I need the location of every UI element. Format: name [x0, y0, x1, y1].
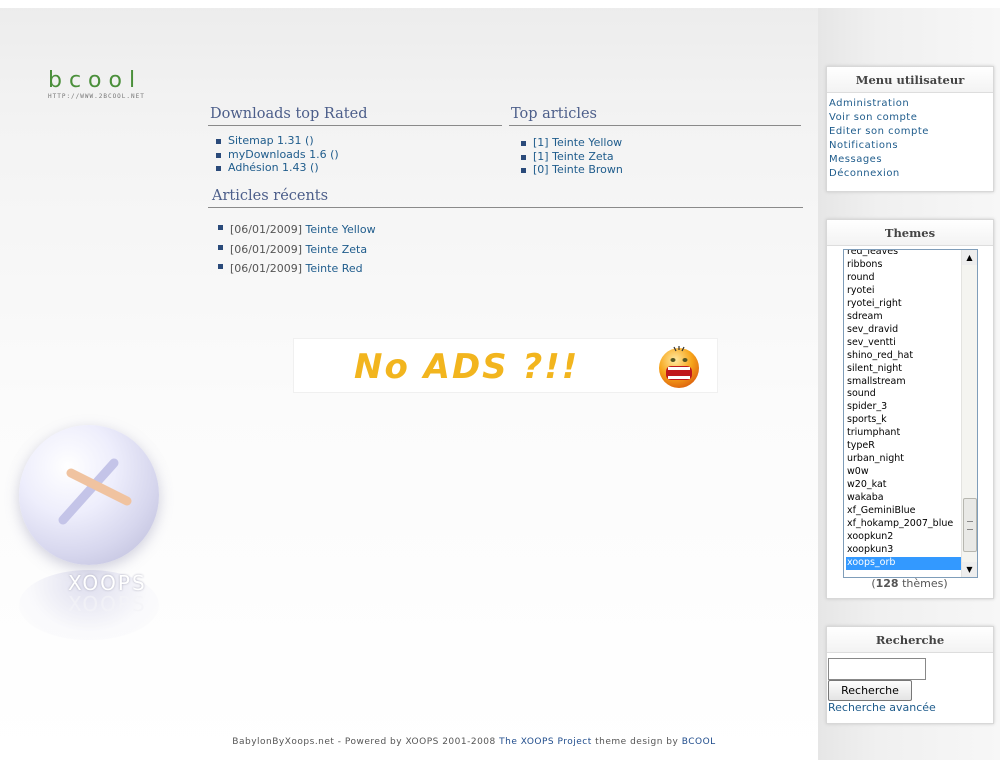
scroll-up-icon[interactable]: ▲ — [962, 250, 977, 265]
theme-count-number: 128 — [875, 577, 899, 590]
xoops-project-link[interactable]: The XOOPS Project — [499, 737, 592, 747]
theme-count: (128 thèmes) — [871, 577, 948, 590]
advanced-search-link[interactable]: Recherche avancée — [828, 701, 936, 714]
theme-option[interactable]: triumphant — [846, 427, 962, 440]
download-name[interactable]: Adhésion 1.43 — [228, 161, 307, 174]
list-item[interactable]: myDownloads 1.6 () — [214, 148, 339, 162]
list-item[interactable]: [1] Teinte Yellow — [519, 136, 623, 150]
footer-middle: theme design by — [591, 737, 682, 747]
theme-option[interactable]: xoopkun3 — [846, 544, 962, 557]
download-suffix: () — [326, 147, 339, 161]
site-logo[interactable]: bcool HTTP://WWW.2BCOOL.NET — [48, 68, 145, 101]
themes-title: Themes — [827, 220, 993, 246]
search-input[interactable] — [828, 658, 926, 680]
theme-option[interactable]: urban_night — [846, 453, 962, 466]
theme-option[interactable]: wakaba — [846, 492, 962, 505]
theme-option[interactable]: sev_ventti — [846, 337, 962, 350]
xoops-orb-logo — [19, 425, 159, 565]
theme-count-label: thèmes — [902, 577, 944, 590]
theme-option[interactable]: xoops_orb — [846, 556, 962, 570]
article-link[interactable]: Teinte Zeta — [552, 150, 614, 163]
theme-option[interactable]: red_leaves — [846, 250, 962, 259]
list-item[interactable]: [1] Teinte Zeta — [519, 150, 623, 164]
theme-option[interactable]: smallstream — [846, 376, 962, 389]
designer-link[interactable]: BCOOL — [682, 737, 716, 747]
themes-select[interactable]: red_leaves ribbons round ryotei ryotei_right… — [843, 249, 978, 578]
user-menu-title: Menu utilisateur — [827, 67, 993, 93]
ad-banner-text: No ADS ?!! — [354, 347, 580, 387]
article-link[interactable]: Teinte Zeta — [305, 243, 367, 256]
menu-item-messages[interactable]: Messages — [827, 153, 993, 167]
logo-subtext: HTTP://WWW.2BCOOL.NET — [48, 93, 145, 100]
article-count: [0] — [533, 163, 549, 176]
theme-option[interactable]: spider_3 — [846, 401, 962, 414]
article-date: [06/01/2009] — [230, 242, 302, 256]
themes-options: red_leaves ribbons round ryotei ryotei_right… — [846, 250, 962, 570]
theme-option[interactable]: typeR — [846, 440, 962, 453]
theme-option[interactable]: ribbons — [846, 259, 962, 272]
downloads-list: Sitemap 1.31 () myDownloads 1.6 () Adhés… — [214, 134, 339, 175]
theme-option[interactable]: shino_red_hat — [846, 350, 962, 363]
article-link[interactable]: Teinte Brown — [552, 163, 623, 176]
theme-option[interactable]: w20_kat — [846, 479, 962, 492]
orb-brand-reflection: XOOPS — [68, 592, 147, 616]
article-date: [06/01/2009] — [230, 223, 302, 236]
theme-option[interactable]: round — [846, 272, 962, 285]
top-band — [0, 0, 1000, 8]
theme-option[interactable]: sdream — [846, 311, 962, 324]
footer-prefix: BabylonByXoops.net - Powered by XOOPS 20… — [232, 737, 500, 747]
footer: BabylonByXoops.net - Powered by XOOPS 20… — [0, 737, 948, 747]
recent-articles-block-title: Articles récents — [208, 188, 803, 208]
theme-option[interactable]: ryotei_right — [846, 298, 962, 311]
scroll-down-icon[interactable]: ▼ — [962, 562, 977, 577]
theme-option[interactable]: sound — [846, 388, 962, 401]
themes-scrollbar[interactable]: ▲ ▼ — [961, 250, 977, 577]
theme-option[interactable]: xoopkun2 — [846, 531, 962, 544]
list-item[interactable]: [06/01/2009] Teinte Yellow — [216, 220, 376, 240]
theme-option[interactable]: silent_night — [846, 363, 962, 376]
theme-option[interactable]: sports_k — [846, 414, 962, 427]
article-link[interactable]: Teinte Yellow — [305, 223, 375, 236]
download-name[interactable]: Sitemap 1.31 — [228, 134, 302, 147]
top-articles-list: [1] Teinte Yellow [1] Teinte Zeta [0] Te… — [519, 136, 623, 177]
ad-banner[interactable]: No ADS ?!! — [293, 338, 718, 393]
article-count: [1] — [533, 136, 549, 149]
list-item[interactable]: Adhésion 1.43 () — [214, 161, 339, 175]
download-suffix: () — [306, 161, 319, 174]
list-item[interactable]: [06/01/2009] Teinte Zeta — [216, 240, 376, 260]
scroll-thumb[interactable] — [963, 498, 977, 552]
download-suffix: () — [301, 134, 314, 147]
list-item[interactable]: [0] Teinte Brown — [519, 163, 623, 177]
x-cross-icon — [58, 458, 132, 525]
menu-item-edit-account[interactable]: Editer son compte — [827, 125, 993, 139]
recent-articles-list: [06/01/2009] Teinte Yellow [06/01/2009] … — [216, 220, 376, 279]
logo-text: bcool — [48, 68, 143, 93]
download-name[interactable]: myDownloads 1.6 — [228, 148, 327, 161]
menu-item-notifications[interactable]: Notifications — [827, 139, 993, 153]
theme-option[interactable]: w0w — [846, 466, 962, 479]
theme-option[interactable]: sev_dravid — [846, 324, 962, 337]
downloads-block-title: Downloads top Rated — [208, 106, 502, 126]
screaming-face-icon — [659, 346, 699, 388]
menu-item-view-account[interactable]: Voir son compte — [827, 111, 993, 125]
article-link[interactable]: Teinte Yellow — [552, 136, 622, 149]
theme-option[interactable]: ryotei — [846, 285, 962, 298]
search-button[interactable]: Recherche — [828, 680, 912, 701]
menu-item-logout[interactable]: Déconnexion — [827, 167, 993, 181]
article-date: [06/01/2009] — [230, 262, 302, 275]
user-menu-box: Menu utilisateur Administration Voir son… — [826, 66, 994, 192]
article-count: [1] — [533, 149, 549, 163]
theme-option[interactable]: xf_hokamp_2007_blue — [846, 518, 962, 531]
list-item[interactable]: [06/01/2009] Teinte Red — [216, 259, 376, 279]
theme-option[interactable]: xf_GeminiBlue — [846, 505, 962, 518]
list-item[interactable]: Sitemap 1.31 () — [214, 134, 339, 148]
top-articles-block-title: Top articles — [509, 106, 801, 126]
menu-item-administration[interactable]: Administration — [827, 97, 993, 111]
article-link[interactable]: Teinte Red — [305, 262, 362, 275]
search-title: Recherche — [827, 627, 993, 653]
